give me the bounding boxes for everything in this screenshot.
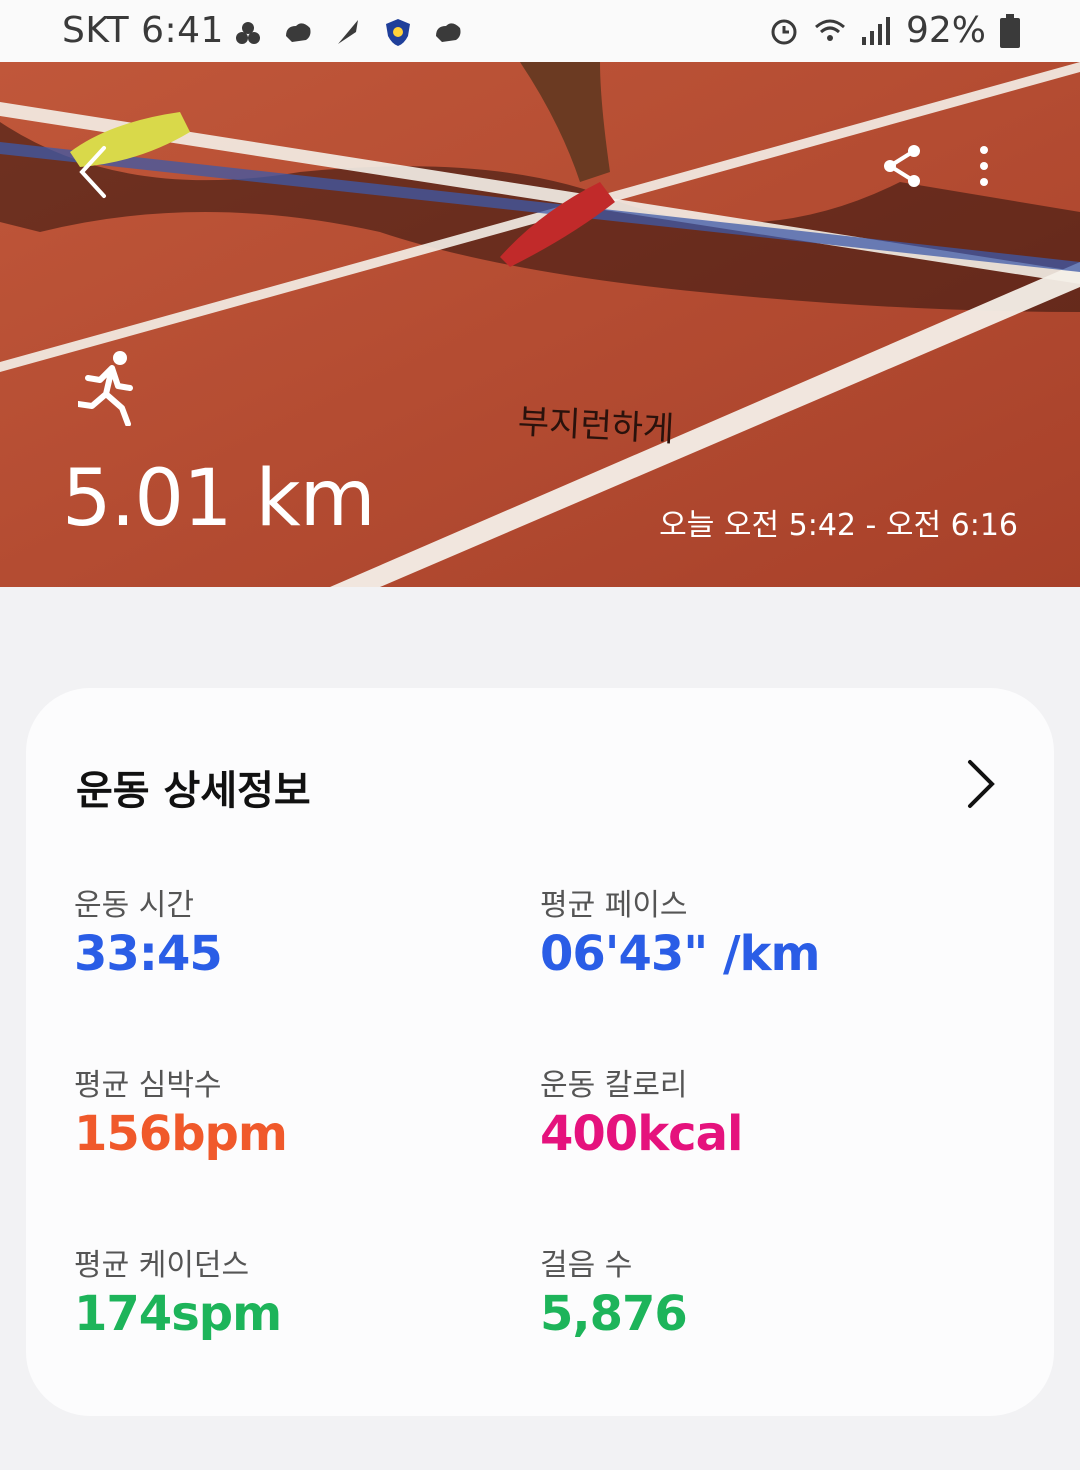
battery-percent: 92% [905, 10, 986, 51]
stat-value-duration: 33:45 [74, 926, 223, 982]
wifi-icon [815, 19, 845, 41]
clock-label: 6:41 [141, 10, 224, 51]
stat-label-steps: 걸음 수 [540, 1248, 633, 1283]
status-carrier-time: SKT 6:41 [62, 10, 224, 51]
share-icon[interactable] [878, 142, 926, 190]
alarm-icon [771, 19, 797, 44]
workout-time-range: 오늘 오전 5:42 - 오전 6:16 [659, 508, 1018, 543]
hero-banner: 부지런하게 5.01 km 오늘 오전 5:42 - 오전 6:16 [0, 62, 1080, 587]
notification-icons [232, 12, 464, 52]
cloud-icon [436, 23, 461, 42]
cloud-icon [286, 23, 311, 42]
stat-label-heart-rate: 평균 심박수 [74, 1068, 222, 1103]
signal-icon [861, 16, 890, 45]
stat-value-cadence: 174spm [74, 1286, 282, 1342]
stat-label-calories: 운동 칼로리 [540, 1068, 688, 1103]
running-icon [78, 351, 133, 426]
feather-icon [338, 20, 358, 44]
chevron-right-icon[interactable] [962, 756, 1002, 812]
motto-text: 부지런하게 [516, 401, 676, 451]
distance-value: 5.01 km [62, 454, 376, 544]
status-bar: SKT 6:41 92% [0, 0, 1080, 62]
stat-value-pace: 06'43" /km [540, 926, 820, 982]
stat-value-steps: 5,876 [540, 1286, 688, 1342]
system-icons: 92% [768, 10, 1020, 51]
stat-value-calories: 400kcal [540, 1106, 743, 1162]
puzzle-icon [236, 22, 260, 44]
card-title: 운동 상세정보 [76, 768, 311, 814]
stat-label-duration: 운동 시간 [74, 888, 194, 923]
stat-label-pace: 평균 페이스 [540, 888, 688, 923]
back-button[interactable] [70, 142, 118, 202]
workout-details-card[interactable]: 운동 상세정보 운동 시간 33:45 평균 페이스 06'43" /km 평균… [26, 688, 1054, 1416]
shield-app-icon [386, 19, 410, 46]
stat-value-heart-rate: 156bpm [74, 1106, 288, 1162]
stat-label-cadence: 평균 케이던스 [74, 1248, 250, 1283]
more-options-icon[interactable] [968, 142, 1000, 190]
battery-icon [1000, 13, 1020, 48]
carrier-label: SKT [62, 10, 130, 51]
